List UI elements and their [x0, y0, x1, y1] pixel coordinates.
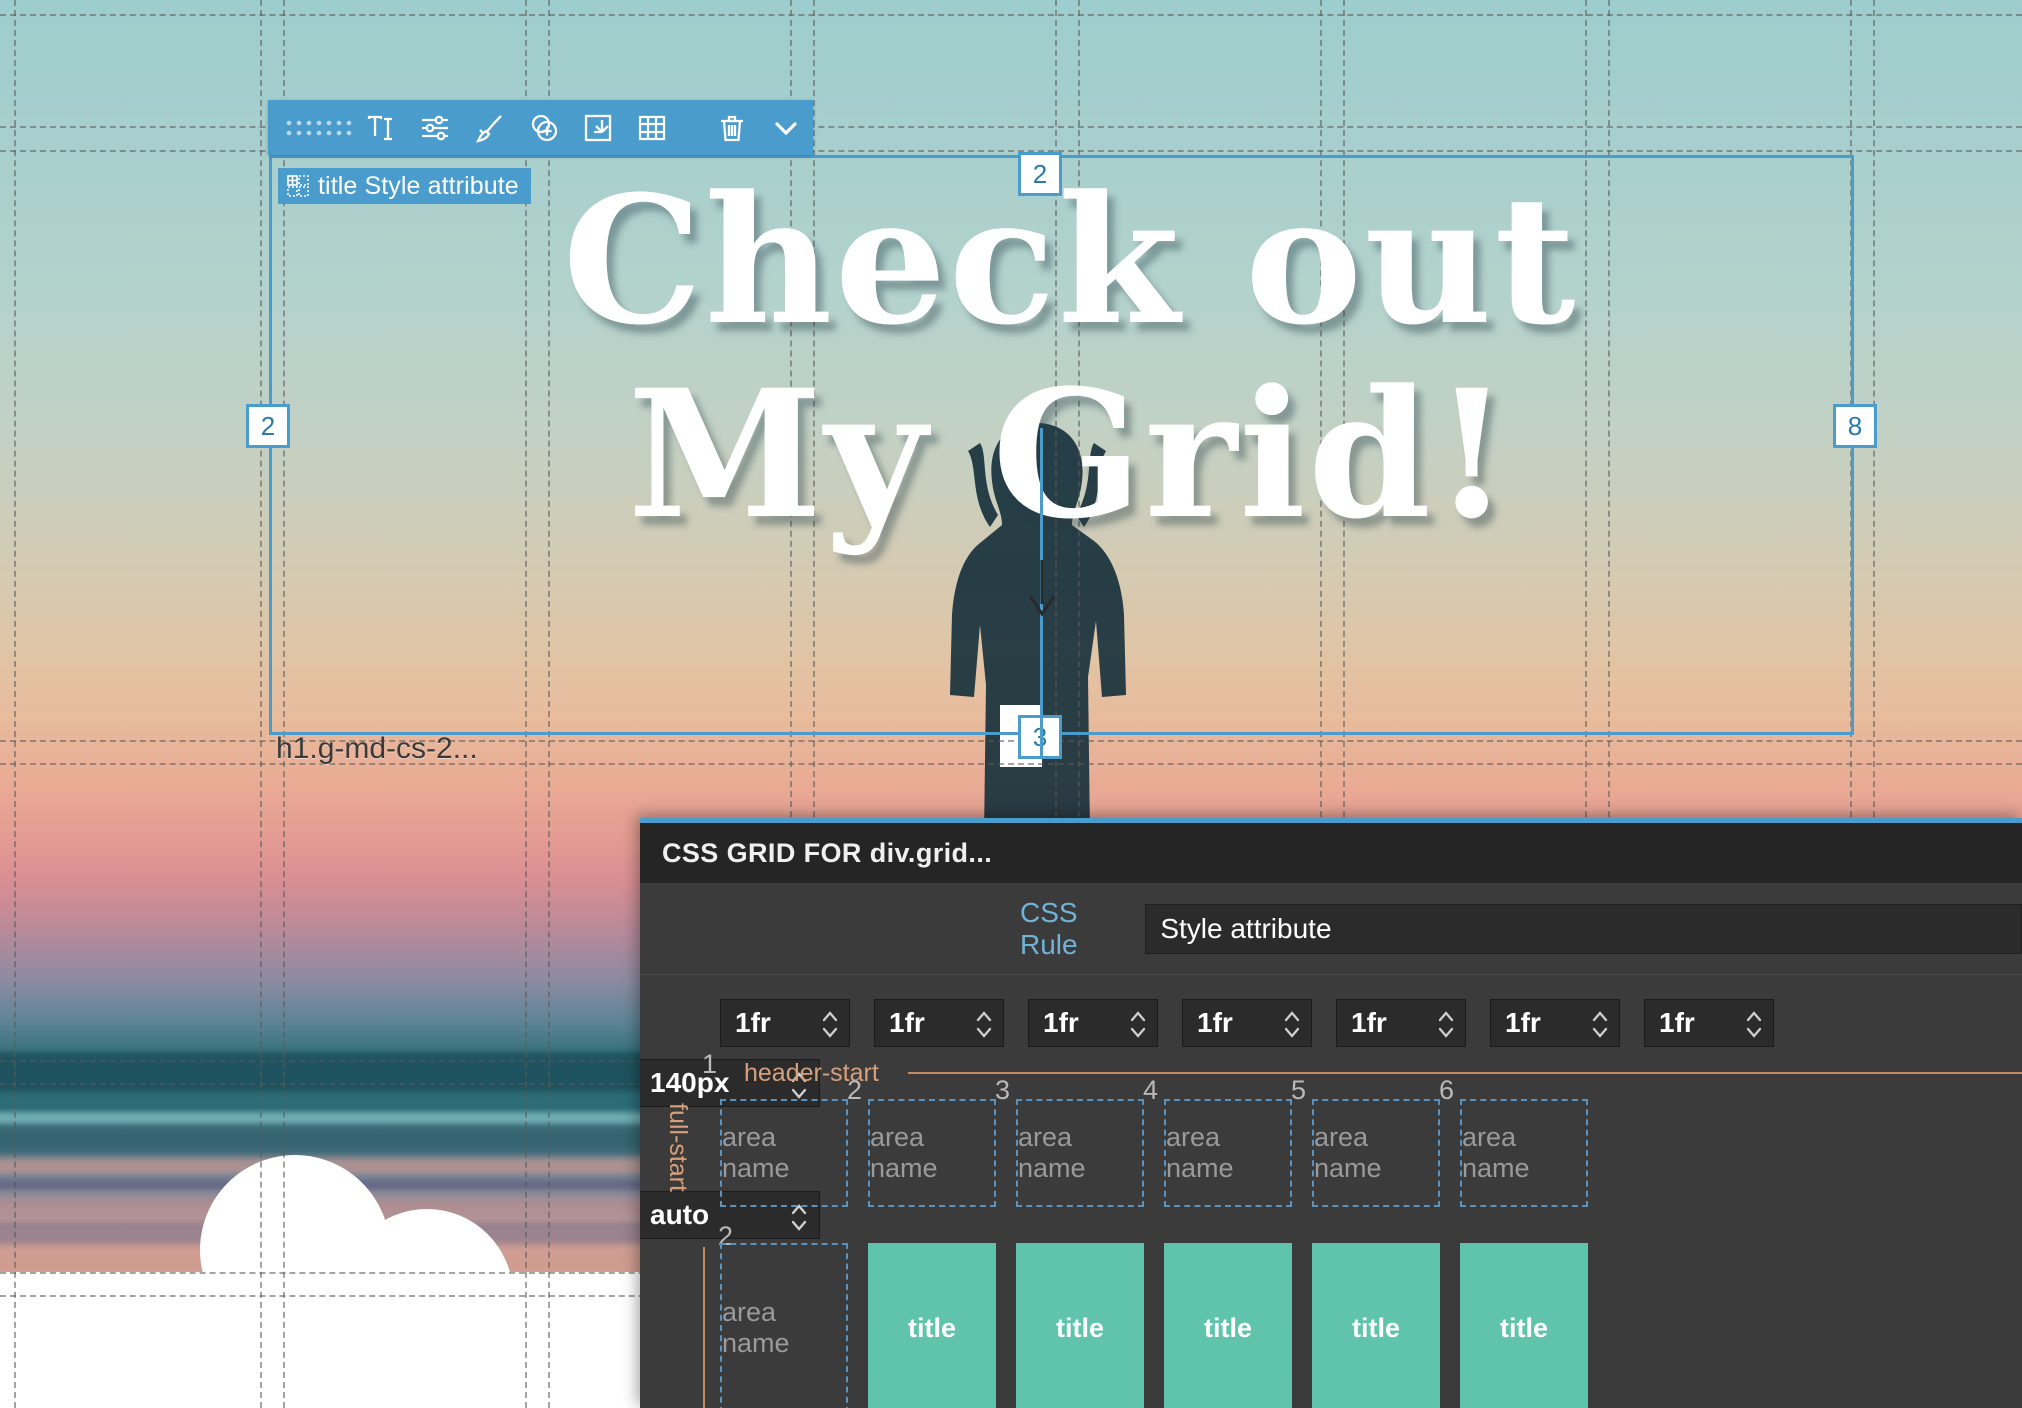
grid-table-icon[interactable] — [625, 100, 679, 155]
grid-cell-r2c2[interactable]: title — [868, 1243, 996, 1408]
grid-cell-r2c3[interactable]: title — [1016, 1243, 1144, 1408]
grid-cell-r2c6[interactable]: title — [1460, 1243, 1588, 1408]
row-size-value-2: auto — [650, 1199, 709, 1231]
row-size-value-1: 140px — [650, 1067, 729, 1099]
column-size-stepper-1[interactable] — [821, 1005, 839, 1043]
grid-cell-r1c5[interactable]: area name — [1312, 1099, 1440, 1207]
column-size-input-4[interactable]: 1fr — [1182, 999, 1312, 1047]
column-number-5: 5 — [1291, 1075, 1306, 1106]
drag-dots-handle[interactable] — [268, 100, 354, 155]
column-size-value-6: 1fr — [1505, 1007, 1541, 1039]
element-tag-label: title Style attribute — [318, 172, 519, 201]
grid-icon — [286, 174, 310, 198]
grid-cell-r1c4[interactable]: area name — [1164, 1099, 1292, 1207]
drag-arrow-icon — [1027, 560, 1057, 620]
trash-icon[interactable] — [705, 100, 759, 155]
column-size-input-7[interactable]: 1fr — [1644, 999, 1774, 1047]
import-box-icon[interactable] — [571, 100, 625, 155]
column-size-input-5[interactable]: 1fr — [1336, 999, 1466, 1047]
element-tag-chip[interactable]: title Style attribute — [278, 168, 531, 204]
selection-badge-right[interactable]: 8 — [1833, 404, 1877, 448]
screen: Check out My Grid! 2 2 8 3 h1.g-md-cs-2.… — [0, 0, 2022, 1408]
element-toolbar[interactable] — [268, 100, 813, 155]
column-number-2: 2 — [847, 1075, 862, 1106]
css-grid-panel[interactable]: CSS GRID FOR div.grid... CSS Rule 140px … — [640, 818, 2022, 1408]
column-size-value-2: 1fr — [889, 1007, 925, 1039]
row-line-name-rule — [703, 1247, 705, 1408]
column-size-value-4: 1fr — [1197, 1007, 1233, 1039]
sliders-icon[interactable] — [408, 100, 462, 155]
column-size-stepper-7[interactable] — [1745, 1005, 1763, 1043]
css-rule-input[interactable] — [1145, 904, 2022, 954]
column-size-value-7: 1fr — [1659, 1007, 1695, 1039]
column-size-input-2[interactable]: 1fr — [874, 999, 1004, 1047]
column-size-stepper-3[interactable] — [1129, 1005, 1147, 1043]
grid-cell-r2c5[interactable]: title — [1312, 1243, 1440, 1408]
column-size-input-1[interactable]: 1fr — [720, 999, 850, 1047]
row-line-name-full-start[interactable]: full-start — [663, 1103, 692, 1192]
column-size-stepper-5[interactable] — [1437, 1005, 1455, 1043]
column-size-stepper-4[interactable] — [1283, 1005, 1301, 1043]
chevron-down-icon[interactable] — [759, 100, 813, 155]
column-size-input-3[interactable]: 1fr — [1028, 999, 1158, 1047]
row-number-1: 1 — [702, 1049, 717, 1080]
column-size-stepper-6[interactable] — [1591, 1005, 1609, 1043]
column-number-4: 4 — [1143, 1075, 1158, 1106]
column-number-6: 6 — [1439, 1075, 1454, 1106]
column-size-value-5: 1fr — [1351, 1007, 1387, 1039]
cloud-graphic — [175, 1145, 535, 1408]
grid-cell-r1c1[interactable]: area name — [720, 1099, 848, 1207]
css-grid-panel-title: CSS GRID FOR div.grid... — [640, 823, 2022, 883]
element-selection-box[interactable] — [269, 155, 1854, 735]
css-rule-row: CSS Rule — [640, 883, 2022, 975]
add-circle-icon[interactable] — [517, 100, 571, 155]
grid-cell-r1c2[interactable]: area name — [868, 1099, 996, 1207]
column-size-value-1: 1fr — [735, 1007, 771, 1039]
column-number-3: 3 — [995, 1075, 1010, 1106]
grid-cell-r1c3[interactable]: area name — [1016, 1099, 1144, 1207]
grid-cell-r1c6[interactable]: area name — [1460, 1099, 1588, 1207]
selection-badge-top[interactable]: 2 — [1018, 152, 1062, 196]
column-size-stepper-2[interactable] — [975, 1005, 993, 1043]
grid-cell-r2c1[interactable]: area name — [720, 1243, 848, 1408]
css-rule-label: CSS Rule — [1020, 897, 1127, 961]
column-size-inputs: 1fr 1fr 1fr — [720, 999, 1774, 1047]
column-size-input-6[interactable]: 1fr — [1490, 999, 1620, 1047]
grid-cell-r2c4[interactable]: title — [1164, 1243, 1292, 1408]
selection-badge-left[interactable]: 2 — [246, 404, 290, 448]
grid-editor-body: 140px auto 1fr — [640, 975, 2022, 1408]
column-size-value-3: 1fr — [1043, 1007, 1079, 1039]
column-line-name-rule — [908, 1072, 2022, 1074]
paintbrush-icon[interactable] — [462, 100, 516, 155]
selected-element-path: h1.g-md-cs-2... — [276, 732, 478, 766]
text-edit-icon[interactable] — [354, 100, 408, 155]
